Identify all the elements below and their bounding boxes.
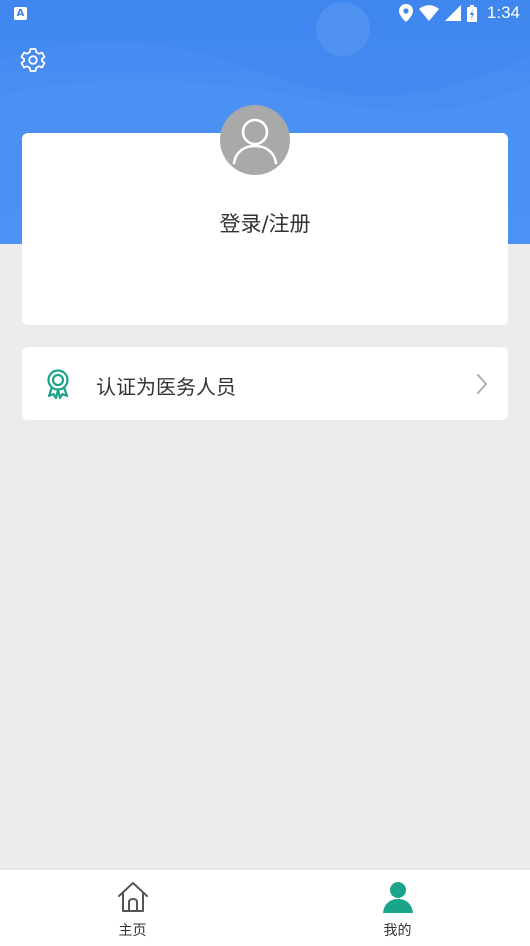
bottom-navigation: 主页 我的 — [0, 869, 530, 946]
app-notification-icon: A — [14, 7, 27, 20]
home-icon — [117, 882, 148, 912]
nav-label-mine: 我的 — [383, 923, 412, 939]
settings-button[interactable] — [19, 46, 47, 74]
wifi-icon — [418, 5, 439, 21]
default-user-icon — [232, 118, 278, 165]
person-icon — [382, 882, 413, 913]
nav-tab-home[interactable]: 主页 — [0, 870, 265, 946]
chevron-right-icon — [477, 374, 487, 394]
nav-tab-mine[interactable]: 我的 — [265, 870, 530, 946]
gear-icon — [20, 48, 46, 72]
login-register-link[interactable]: 登录/注册 — [22, 208, 508, 238]
certify-medical-staff-item[interactable]: 认证为医务人员 — [22, 347, 508, 420]
certify-label: 认证为医务人员 — [96, 375, 236, 399]
status-time: 1:34 — [486, 3, 520, 22]
profile-screen: A 1:34 登录/注册 认证为医务人员 主页 我的 — [0, 0, 530, 946]
certificate-badge-icon — [47, 369, 69, 399]
avatar[interactable] — [220, 105, 290, 175]
nav-label-home: 主页 — [118, 923, 147, 939]
status-bar: A 1:34 — [0, 0, 530, 28]
signal-icon — [444, 5, 461, 21]
battery-icon — [466, 4, 477, 22]
location-icon — [398, 4, 413, 22]
